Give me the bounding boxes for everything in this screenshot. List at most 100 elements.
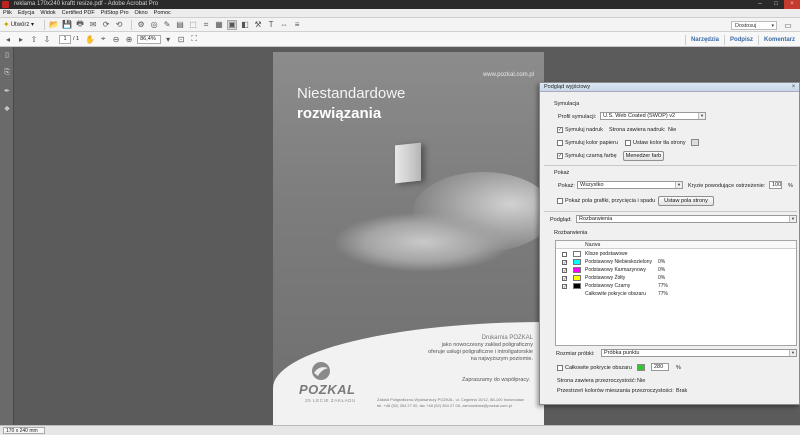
target-icon[interactable]: ◎	[149, 20, 159, 30]
separations-icon[interactable]: ◧	[240, 20, 250, 30]
drukarnia-line: Drukarnia POZKAL	[481, 335, 533, 341]
stamp-icon[interactable]: ▦	[214, 20, 224, 30]
redo-icon[interactable]: ⟳	[101, 20, 111, 30]
output-preview-dialog: Podgląd wyjściowy × Symulacja Profil sym…	[539, 82, 800, 405]
fullscreen-icon[interactable]: ⛶	[189, 34, 199, 44]
sample-size-select[interactable]: Próbka punktu ▾	[601, 349, 797, 357]
zoom-input[interactable]: 86,4%	[137, 34, 162, 44]
layers-icon[interactable]: ≡	[292, 20, 302, 30]
coverage-color-swatch[interactable]	[637, 364, 645, 371]
separation-row[interactable]: Całkowite pokrycie obszaru 77%	[556, 291, 796, 298]
select-icon[interactable]: ⬚	[188, 20, 198, 30]
page-headline-1: Niestandardowe	[297, 85, 406, 102]
separations-list: Nazwa Klisze podstawowe ✓ Podstawowy Nie…	[555, 240, 797, 346]
set-page-boxes-button[interactable]: Ustaw pola strony	[658, 196, 714, 206]
preview-label: Podgląd:	[550, 217, 572, 223]
print-icon[interactable]: 🖶	[75, 19, 85, 30]
dialog-close-button[interactable]: ×	[790, 84, 797, 91]
crop-icon[interactable]: ⌗	[201, 20, 211, 30]
next-page-icon[interactable]: ▸	[16, 34, 26, 44]
show-value: Wszystko	[580, 182, 604, 188]
simulation-profile-select[interactable]: U.S. Web Coated (SWOP) v2 ▾	[600, 112, 706, 120]
separation-checkbox[interactable]: ✓	[562, 284, 567, 289]
save-icon[interactable]: 💾	[62, 20, 72, 30]
hand-tool-icon[interactable]: ✋	[85, 34, 95, 44]
menu-pitstop-pro[interactable]: PitStop Pro	[101, 10, 129, 16]
separation-row[interactable]: ✓ Podstawowy Karmazynowy 0%	[556, 267, 796, 274]
zoom-out-icon[interactable]: ⊖	[111, 34, 121, 44]
separation-row[interactable]: ✓ Podstawowy Niebieskozielony 0%	[556, 259, 796, 266]
menu-help[interactable]: Pomoc	[154, 10, 171, 16]
toolbar-divider	[44, 19, 46, 30]
total-coverage-input[interactable]: 280	[651, 363, 669, 371]
output-preview-icon[interactable]: ▣	[227, 19, 238, 30]
pdf-page: www.pozkal.com.pl Niestandardowe rozwiąz…	[273, 52, 544, 425]
text-icon[interactable]: T	[266, 20, 276, 30]
acrobat-app-icon	[2, 1, 9, 8]
zoom-dropdown-icon[interactable]: ▾	[163, 34, 173, 44]
scroll-up-icon[interactable]: ⇧	[29, 34, 39, 44]
separation-row[interactable]: Klisze podstawowe	[556, 251, 796, 258]
window-titlebar: reklama 170x240 kraftt resize.pdf - Adob…	[0, 0, 800, 9]
separation-checkbox[interactable]: ✓	[562, 276, 567, 281]
separation-swatch	[573, 259, 581, 265]
simulate-overprint-checkbox[interactable]: ✓	[557, 127, 563, 133]
workspace-select[interactable]: Dostosuj	[731, 20, 777, 30]
open-folder-icon[interactable]: 📂	[49, 20, 59, 30]
dialog-title: Podgląd wyjściowy	[544, 84, 591, 90]
separation-percent: 77%	[658, 283, 669, 289]
create-star-icon: ✦	[3, 20, 10, 29]
minimize-button[interactable]: –	[752, 0, 768, 9]
maximize-button[interactable]: □	[768, 0, 784, 9]
select-tool-icon[interactable]: ⌖	[98, 34, 108, 44]
edit-text-icon[interactable]: ✎	[162, 20, 172, 30]
comment-link[interactable]: Komentarz	[757, 34, 800, 45]
preview-select[interactable]: Rozbarwienia ▾	[576, 215, 797, 223]
signatures-icon[interactable]: ✒	[2, 87, 12, 97]
undo-icon[interactable]: ⟲	[114, 20, 124, 30]
comment-icon[interactable]: ▭	[783, 20, 793, 30]
separation-row[interactable]: ✓ Podstawowy Czarny 77%	[556, 283, 796, 290]
simulate-black-ink-checkbox[interactable]: ✓	[557, 153, 563, 159]
page-bg-color-swatch[interactable]	[691, 139, 699, 146]
separation-swatch	[573, 267, 581, 273]
separation-row[interactable]: ✓ Podstawowy Żółty 0%	[556, 275, 796, 282]
tools-link[interactable]: Narzędzia	[684, 34, 724, 45]
fix-icon[interactable]: ⚒	[253, 20, 263, 30]
compare-icon[interactable]: ⇔	[279, 20, 289, 30]
menu-edit[interactable]: Edycja	[18, 10, 35, 16]
total-coverage-checkbox[interactable]	[557, 365, 563, 371]
bookmarks-icon[interactable]: ⎘	[2, 69, 12, 79]
separation-checkbox[interactable]	[562, 252, 567, 257]
separation-checkbox[interactable]: ✓	[562, 260, 567, 265]
fit-page-icon[interactable]: ⊡	[176, 34, 186, 44]
simulate-paper-color-checkbox[interactable]	[557, 140, 563, 146]
page-bg-color-checkbox[interactable]	[625, 140, 631, 146]
create-button[interactable]: ✦ Utwórz ▾	[3, 20, 34, 29]
separation-checkbox[interactable]: ✓	[562, 268, 567, 273]
paper-cube-image	[395, 142, 421, 184]
simulation-section-label: Symulacja	[554, 101, 580, 107]
menu-view[interactable]: Widok	[40, 10, 55, 16]
sign-link[interactable]: Podpisz	[723, 34, 758, 45]
show-boxes-checkbox[interactable]	[557, 198, 563, 204]
highlight-icon[interactable]: ▤	[175, 20, 185, 30]
warning-input[interactable]: 100	[769, 181, 782, 189]
menu-file[interactable]: Plik	[3, 10, 12, 16]
pages-icon[interactable]: ▯	[2, 51, 12, 61]
ink-manager-button[interactable]: Menedżer farb	[623, 151, 664, 161]
dialog-titlebar[interactable]: Podgląd wyjściowy ×	[540, 83, 799, 92]
menu-certified-pdf[interactable]: Certified PDF	[62, 10, 95, 16]
scroll-down-icon[interactable]: ⇩	[42, 34, 52, 44]
close-window-button[interactable]: ×	[784, 0, 800, 9]
page-number-input[interactable]: 1	[59, 34, 71, 44]
layers-panel-icon[interactable]: ❖	[2, 105, 12, 115]
separation-swatch	[573, 251, 581, 257]
zoom-in-icon[interactable]: ⊕	[124, 34, 134, 44]
settings-icon[interactable]: ⚙	[136, 20, 146, 30]
email-icon[interactable]: ✉	[88, 20, 98, 30]
menu-window[interactable]: Okno	[135, 10, 148, 16]
prev-page-icon[interactable]: ◂	[3, 34, 13, 44]
navigation-bar: ◂ ▸ ⇧ ⇩ 1 / 1 ✋ ⌖ ⊖ ⊕ 86,4% ▾ ⊡ ⛶ Narzęd…	[0, 32, 800, 47]
show-select[interactable]: Wszystko ▾	[577, 181, 683, 189]
